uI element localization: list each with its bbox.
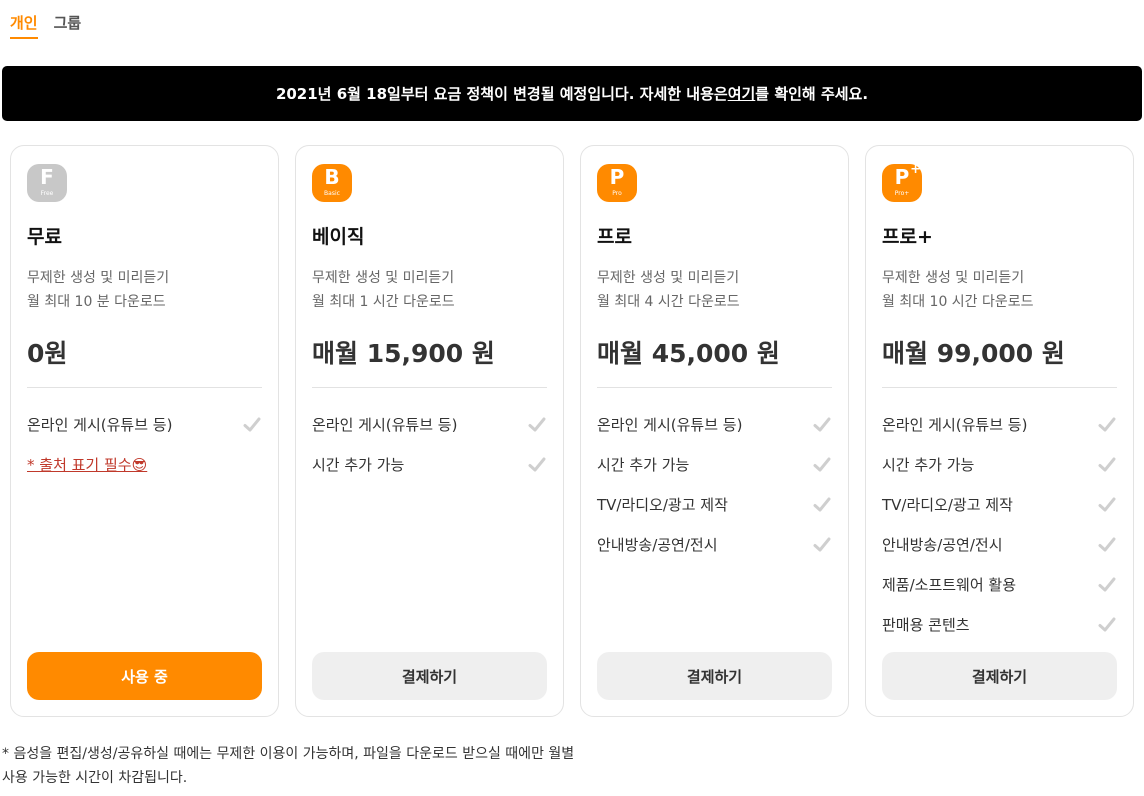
feature-label: 안내방송/공연/전시 [597,536,718,554]
feature-list: 온라인 게시(유튜브 등) * 출처 표기 필수😎 [27,413,262,493]
check-icon [1098,497,1116,512]
plan-price: 매월 45,000 원 [597,339,780,368]
feature-item: 시간 추가 가능 [312,453,547,493]
feature-label: 제품/소프트웨어 활용 [882,576,1017,594]
feature-label: 안내방송/공연/전시 [882,536,1003,554]
feature-label: 온라인 게시(유튜브 등) [882,416,1028,434]
feature-item: 온라인 게시(유튜브 등) [27,413,262,453]
plan-price: 0원 [27,339,68,368]
plan-description: 무제한 생성 및 미리듣기 월 최대 1 시간 다운로드 [312,266,455,314]
feature-label: 온라인 게시(유튜브 등) [312,416,458,434]
purchase-pro-plus-button[interactable]: 결제하기 [882,652,1117,700]
plan-price: 매월 15,900 원 [312,339,495,368]
feature-label: TV/라디오/광고 제작 [882,496,1013,514]
badge-sub: Pro+ [894,190,910,197]
notice-text-after: 를 확인해 주세요. [755,85,869,103]
desc-line: 무제한 생성 및 미리듣기 [882,270,1025,286]
plan-name: 프로 [597,226,632,248]
check-icon [1098,577,1116,592]
desc-line: 월 최대 10 분 다운로드 [27,294,166,310]
feature-label: TV/라디오/광고 제작 [597,496,728,514]
attribution-required-note[interactable]: * 출처 표기 필수😎 [27,453,262,493]
desc-line: 무제한 생성 및 미리듣기 [27,270,170,286]
plan-name: 무료 [27,226,62,248]
feature-item: 온라인 게시(유튜브 등) [597,413,832,453]
badge-sub: Free [40,190,54,197]
footnote-line: 사용 가능한 시간이 차감됩니다. [2,770,188,786]
desc-line: 월 최대 4 시간 다운로드 [597,294,740,310]
feature-label: 온라인 게시(유튜브 등) [27,416,173,434]
feature-list: 온라인 게시(유튜브 등) 시간 추가 가능 [312,413,547,493]
plan-badge-free-icon: F Free [27,164,67,202]
badge-letter: P [609,165,625,189]
badge-letter: B [324,165,340,189]
plan-badge-pro-icon: P Pro [597,164,637,202]
desc-line: 무제한 생성 및 미리듣기 [597,270,740,286]
divider [27,387,262,388]
plan-description: 무제한 생성 및 미리듣기 월 최대 10 시간 다운로드 [882,266,1034,314]
feature-label: 시간 추가 가능 [597,456,690,474]
plan-card-basic: B Basic 베이직 무제한 생성 및 미리듣기 월 최대 1 시간 다운로드… [295,145,564,717]
purchase-basic-button[interactable]: 결제하기 [312,652,547,700]
feature-item: 온라인 게시(유튜브 등) [312,413,547,453]
plan-type-tabs: 개인 그룹 [10,12,81,39]
plan-description: 무제한 생성 및 미리듣기 월 최대 10 분 다운로드 [27,266,169,314]
usage-footnote: * 음성을 편집/생성/공유하실 때에는 무제한 이용이 가능하며, 파일을 다… [2,742,574,790]
check-icon [1098,617,1116,632]
feature-label: 시간 추가 가능 [882,456,975,474]
divider [882,387,1117,388]
check-icon [528,457,546,472]
feature-item: 시간 추가 가능 [882,453,1117,493]
plan-description: 무제한 생성 및 미리듣기 월 최대 4 시간 다운로드 [597,266,740,314]
check-icon [243,417,261,432]
feature-label: 시간 추가 가능 [312,456,405,474]
divider [312,387,547,388]
plan-badge-basic-icon: B Basic [312,164,352,202]
check-icon [528,417,546,432]
desc-line: 월 최대 10 시간 다운로드 [882,294,1034,310]
purchase-pro-button[interactable]: 결제하기 [597,652,832,700]
check-icon [813,537,831,552]
badge-sub: Basic [324,190,340,197]
feature-item: 시간 추가 가능 [597,453,832,493]
check-icon [1098,537,1116,552]
tab-group[interactable]: 그룹 [54,12,82,39]
plan-card-pro-plus: P + Pro+ 프로+ 무제한 생성 및 미리듣기 월 최대 10 시간 다운… [865,145,1134,717]
plan-card-free: F Free 무료 무제한 생성 및 미리듣기 월 최대 10 분 다운로드 0… [10,145,279,717]
feature-list: 온라인 게시(유튜브 등) 시간 추가 가능 TV/라디오/광고 제작 안내방송… [882,413,1117,653]
current-plan-button[interactable]: 사용 중 [27,652,262,700]
plan-price: 매월 99,000 원 [882,339,1065,368]
feature-label: 판매용 콘텐츠 [882,616,970,634]
desc-line: 무제한 생성 및 미리듣기 [312,270,455,286]
feature-item: 안내방송/공연/전시 [597,533,832,573]
badge-letter: F [40,165,54,189]
badge-plus: + [910,162,921,177]
check-icon [1098,417,1116,432]
plan-name: 프로+ [882,226,933,248]
notice-text-before: 2021년 6월 18일부터 요금 정책이 변경될 예정입니다. 자세한 내용은 [275,85,728,103]
feature-label: 온라인 게시(유튜브 등) [597,416,743,434]
plan-badge-pro-plus-icon: P + Pro+ [882,162,922,202]
divider [597,387,832,388]
feature-item: TV/라디오/광고 제작 [882,493,1117,533]
check-icon [1098,457,1116,472]
feature-item: 제품/소프트웨어 활용 [882,573,1117,613]
feature-list: 온라인 게시(유튜브 등) 시간 추가 가능 TV/라디오/광고 제작 안내방송… [597,413,832,573]
feature-item: 판매용 콘텐츠 [882,613,1117,653]
check-icon [813,457,831,472]
desc-line: 월 최대 1 시간 다운로드 [312,294,455,310]
plan-name: 베이직 [312,226,365,248]
badge-sub: Pro [612,190,622,197]
feature-item: 안내방송/공연/전시 [882,533,1117,573]
policy-notice-banner: 2021년 6월 18일부터 요금 정책이 변경될 예정입니다. 자세한 내용은… [2,66,1142,121]
notice-link[interactable]: 여기 [728,83,756,104]
plan-card-pro: P Pro 프로 무제한 생성 및 미리듣기 월 최대 4 시간 다운로드 매월… [580,145,849,717]
check-icon [813,497,831,512]
check-icon [813,417,831,432]
footnote-line: * 음성을 편집/생성/공유하실 때에는 무제한 이용이 가능하며, 파일을 다… [2,746,575,762]
feature-item: TV/라디오/광고 제작 [597,493,832,533]
feature-item: 온라인 게시(유튜브 등) [882,413,1117,453]
tab-personal[interactable]: 개인 [10,12,38,39]
